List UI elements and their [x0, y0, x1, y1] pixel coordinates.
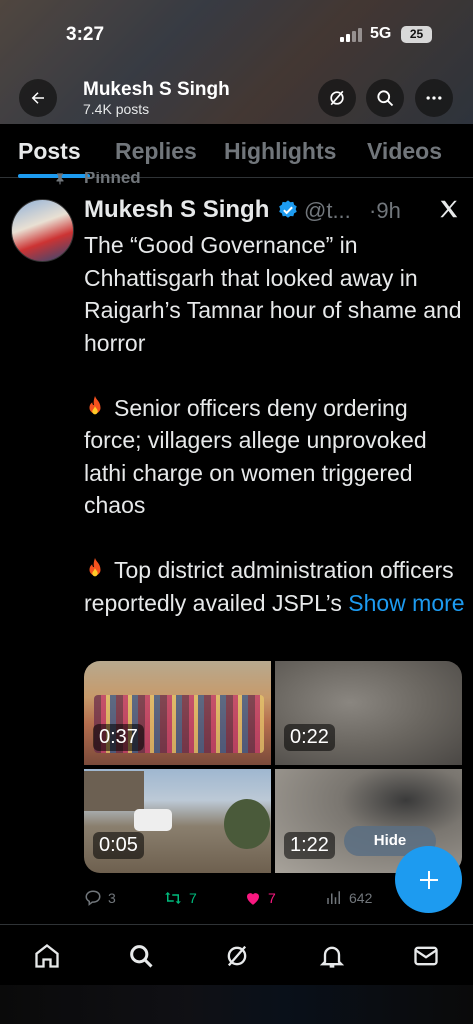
video-thumbnail[interactable]: 0:37 — [84, 661, 271, 765]
fire-emoji-icon — [89, 395, 101, 414]
tweet-time: ·9h — [369, 198, 401, 223]
signal-icon — [340, 28, 364, 42]
like-button[interactable]: 7 — [244, 888, 276, 908]
views-button[interactable]: 642 — [325, 888, 372, 908]
retweet-count: 7 — [189, 890, 197, 906]
battery-icon: 25 — [401, 26, 432, 43]
tweet-header: Mukesh S Singh @t... ·9h — [84, 196, 464, 226]
arrow-left-icon — [31, 92, 44, 104]
heart-icon — [247, 893, 259, 905]
view-count: 642 — [349, 890, 373, 906]
network-label: 5G — [370, 25, 392, 42]
verified-badge-icon — [279, 200, 297, 218]
like-count: 7 — [268, 890, 276, 906]
profile-topbar: Mukesh S Singh 7.4K posts — [0, 70, 473, 124]
video-thumbnail[interactable]: 0:22 — [275, 661, 462, 765]
more-button[interactable] — [415, 79, 453, 117]
home-indicator — [0, 985, 473, 1024]
status-time: 3:27 — [66, 24, 105, 45]
status-bar: 3:27 5G 25 — [0, 0, 473, 70]
tweet-paragraph-1: The “Good Governance” in Chhattisgarh th… — [84, 232, 462, 356]
nav-grok[interactable] — [222, 941, 252, 971]
fire-emoji-icon — [89, 558, 101, 577]
plus-icon — [419, 870, 438, 889]
more-icon — [426, 96, 442, 100]
retweet-button[interactable]: 7 — [163, 888, 197, 908]
grok-icon — [227, 945, 247, 967]
avatar[interactable] — [11, 199, 74, 262]
reply-icon — [85, 890, 101, 906]
tweet-handle[interactable]: @t... — [304, 198, 351, 224]
tab-videos[interactable]: Videos — [367, 138, 442, 165]
grok-button[interactable] — [318, 79, 356, 117]
tweet-author[interactable]: Mukesh S Singh — [84, 196, 269, 224]
x-logo-icon — [440, 200, 458, 218]
profile-tabs: Posts Replies Highlights Videos — [0, 124, 473, 178]
search-icon — [130, 945, 153, 968]
compose-button[interactable] — [395, 846, 462, 913]
show-more-link[interactable]: Show more — [348, 590, 464, 616]
video-thumbnail[interactable]: 0:05 — [84, 769, 271, 873]
nav-search[interactable] — [126, 941, 156, 971]
mail-icon — [414, 946, 438, 966]
post-count: 7.4K posts — [83, 101, 150, 117]
video-duration: 1:22 — [284, 832, 335, 859]
search-button[interactable] — [366, 79, 404, 117]
nav-home[interactable] — [32, 941, 62, 971]
tweet-paragraph-2: Senior officers deny ordering force; vil… — [84, 394, 427, 519]
tab-posts[interactable]: Posts — [18, 138, 81, 165]
pinned-label: Pinned — [84, 172, 141, 186]
video-duration: 0:37 — [93, 724, 144, 751]
reply-count: 3 — [108, 890, 116, 906]
pin-icon — [56, 173, 64, 185]
tweet-body[interactable]: The “Good Governance” in Chhattisgarh th… — [84, 229, 469, 619]
tab-highlights[interactable]: Highlights — [224, 138, 336, 165]
video-duration: 0:05 — [93, 832, 144, 859]
tweet-paragraph-3: Top district administration officers rep… — [84, 557, 465, 616]
search-icon — [377, 90, 394, 107]
tab-replies[interactable]: Replies — [115, 138, 197, 165]
retweet-icon — [165, 892, 181, 904]
grok-icon — [330, 90, 344, 106]
bell-icon — [319, 946, 345, 968]
home-icon — [35, 944, 59, 968]
nav-messages[interactable] — [411, 941, 441, 971]
views-icon — [327, 891, 340, 904]
reply-button[interactable]: 3 — [84, 888, 116, 908]
back-button[interactable] — [19, 79, 57, 117]
nav-notifications[interactable] — [317, 941, 347, 971]
profile-name: Mukesh S Singh — [83, 79, 230, 100]
video-duration: 0:22 — [284, 724, 335, 751]
